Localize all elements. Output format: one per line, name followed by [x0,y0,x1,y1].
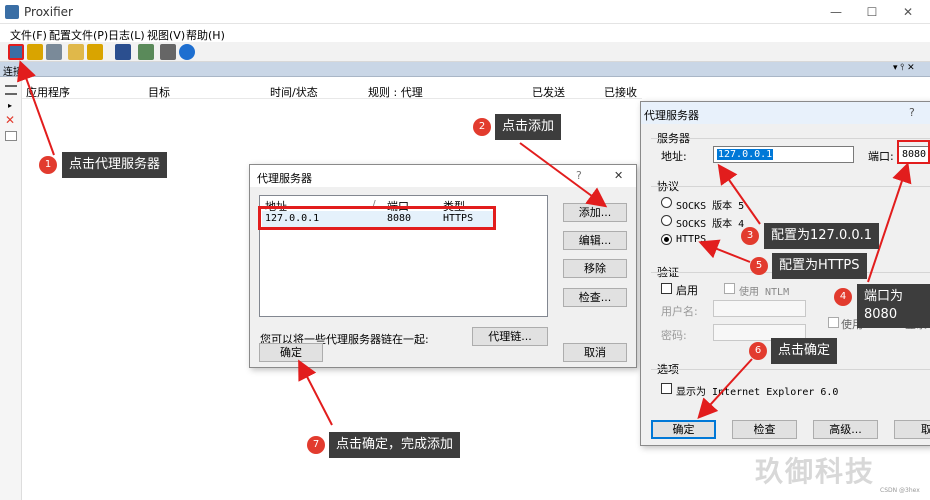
arrow-6 [697,358,753,419]
arrow-3 [717,163,761,225]
arrow-1 [17,60,55,156]
arrow-2 [519,142,608,208]
callout-7-badge: 7 [307,436,325,454]
callout-4-badge: 4 [834,288,852,306]
annotation-arrows [17,60,912,426]
callout-7: 点击确定，完成添加 [329,432,461,458]
callout-5-badge: 5 [750,257,768,275]
proxifier-window: Proxifier — ☐ ✕ 文件(F) 配置文件(P) 日志(L) 视图(V… [0,0,930,500]
arrow-5 [698,239,751,263]
callout-2: 点击添加 [495,114,562,140]
callout-5: 配置为HTTPS [772,253,867,279]
credit-text: CSDN @3hex [880,487,920,494]
watermark: 玖御科技 [755,455,876,488]
callout-2-badge: 2 [473,118,491,136]
callout-1-badge: 1 [39,156,57,174]
callout-6-badge: 6 [749,342,767,360]
callout-3-badge: 3 [741,227,759,245]
callout-4: 端口为8080 [857,284,930,328]
callout-6: 点击确定 [771,338,838,364]
callout-3: 配置为127.0.0.1 [764,223,880,249]
callout-1: 点击代理服务器 [62,152,168,178]
arrow-7 [298,359,333,426]
